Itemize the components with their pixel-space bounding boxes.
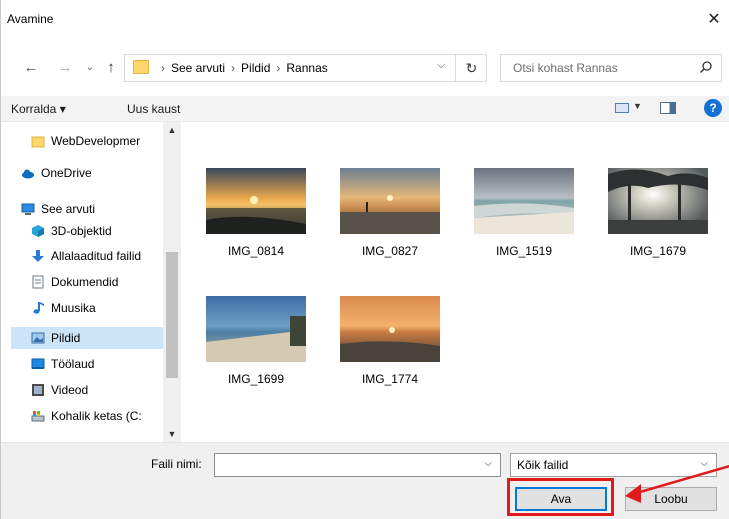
preview-pane-icon[interactable]	[660, 102, 676, 114]
breadcrumb-item-pildid[interactable]: Pildid	[241, 61, 270, 75]
file-item-img-1699[interactable]: IMG_1699	[196, 296, 316, 416]
sidebar-item-pildid[interactable]: Pildid	[11, 327, 163, 349]
forward-button[interactable]: →	[55, 58, 75, 78]
bottom-panel: Faili nimi: ⌵ Kõik failid ⌵ Ava Loobu	[1, 442, 729, 519]
organize-menu[interactable]: Korralda ▾	[11, 102, 66, 116]
chevron-down-icon[interactable]: ⌵	[484, 458, 492, 469]
folder-icon	[133, 60, 149, 74]
search-icon[interactable]	[699, 60, 713, 74]
beach-thumbnail-icon	[474, 168, 574, 234]
cancel-button[interactable]: Loobu	[625, 487, 717, 511]
sidebar-item-webdeveloper[interactable]: WebDevelopmer	[31, 130, 171, 152]
sidebar-item-videod[interactable]: Videod	[31, 379, 171, 401]
cube-icon	[32, 225, 44, 237]
up-button[interactable]: ↑	[101, 58, 121, 78]
recent-locations-button[interactable]: ⌄	[83, 58, 97, 78]
file-item-img-1519[interactable]: IMG_1519	[464, 168, 584, 288]
search-input[interactable]	[501, 55, 691, 81]
cloud-icon	[22, 169, 34, 179]
file-item-img-0814[interactable]: IMG_0814	[196, 168, 316, 288]
new-folder-button[interactable]: Uus kaust	[127, 102, 180, 116]
music-icon	[33, 302, 44, 314]
sidebar-item-dokumendid[interactable]: Dokumendid	[31, 271, 171, 293]
sidebar-item-allalaaditud-failid[interactable]: Allalaaditud failid	[31, 245, 171, 267]
scroll-up-icon[interactable]: ▲	[163, 122, 181, 138]
file-list: IMG_0814 IMG_0827 IMG_1519 IMG_1679 IMG_…	[183, 122, 729, 442]
filetype-value: Kõik failid	[517, 458, 569, 472]
view-options-icon[interactable]	[615, 103, 629, 113]
desktop-icon	[31, 358, 45, 369]
open-file-dialog: Avamine ✕ ← → ⌄ ↑ › See arvuti › Pildid › Ran…	[0, 0, 729, 519]
palm-thumbnail-icon	[608, 168, 708, 234]
navigation-pane: WebDevelopmer OneDrive See arvuti 3D-obj…	[1, 122, 181, 442]
file-item-img-1774[interactable]: IMG_1774	[330, 296, 450, 416]
help-icon[interactable]: ?	[704, 99, 722, 117]
close-icon[interactable]: ✕	[704, 10, 724, 30]
pictures-icon	[31, 332, 45, 344]
sidebar-item-toolaud[interactable]: Töölaud	[31, 353, 171, 375]
filename-field[interactable]: ⌵	[214, 453, 501, 477]
sunset-thumbnail-icon	[340, 296, 440, 362]
chevron-down-icon[interactable]: ⌵	[437, 60, 445, 71]
title-bar: Avamine ✕	[1, 0, 729, 40]
document-icon	[32, 275, 44, 289]
scroll-thumb[interactable]	[166, 252, 178, 378]
computer-icon	[21, 203, 35, 215]
sidebar-item-muusika[interactable]: Muusika	[31, 297, 171, 319]
drive-icon	[31, 411, 45, 422]
sunset-thumbnail-icon	[340, 168, 440, 234]
back-button[interactable]: ←	[21, 58, 41, 78]
folder-icon	[31, 136, 45, 148]
download-icon	[32, 250, 44, 262]
file-item-img-1679[interactable]: IMG_1679	[598, 168, 718, 288]
search-box[interactable]	[500, 54, 722, 82]
filename-label: Faili nimi:	[151, 457, 202, 471]
scroll-down-icon[interactable]: ▼	[163, 426, 181, 442]
sidebar-item-3d-objektid[interactable]: 3D-objektid	[31, 220, 171, 242]
chevron-down-icon[interactable]: ⌵	[700, 458, 708, 469]
chevron-down-icon[interactable]: ▼	[633, 101, 642, 111]
navigation-scrollbar[interactable]: ▲ ▼	[163, 122, 181, 442]
address-bar[interactable]: › See arvuti › Pildid › Rannas ⌵	[124, 54, 456, 82]
sidebar-item-kohalik-ketas[interactable]: Kohalik ketas (C:	[31, 405, 171, 427]
sunset-thumbnail-icon	[206, 168, 306, 234]
refresh-button[interactable]: ↻	[457, 54, 487, 82]
window-title: Avamine	[7, 12, 54, 26]
video-icon	[32, 384, 44, 396]
command-bar: Korralda ▾ Uus kaust ▼ ?	[1, 96, 729, 122]
annotation-highlight-box	[507, 478, 614, 516]
filetype-select[interactable]: Kõik failid ⌵	[510, 453, 717, 477]
sidebar-item-see-arvuti[interactable]: See arvuti	[21, 198, 161, 220]
breadcrumb: › See arvuti › Pildid › Rannas	[161, 61, 328, 75]
sidebar-item-onedrive[interactable]: OneDrive	[21, 162, 161, 184]
navigation-row: ← → ⌄ ↑ › See arvuti › Pildid › Rannas ⌵ ↻	[1, 40, 729, 96]
beach-thumbnail-icon	[206, 296, 306, 362]
breadcrumb-item-see-arvuti[interactable]: See arvuti	[171, 61, 225, 75]
breadcrumb-item-rannas[interactable]: Rannas	[286, 61, 327, 75]
file-item-img-0827[interactable]: IMG_0827	[330, 168, 450, 288]
